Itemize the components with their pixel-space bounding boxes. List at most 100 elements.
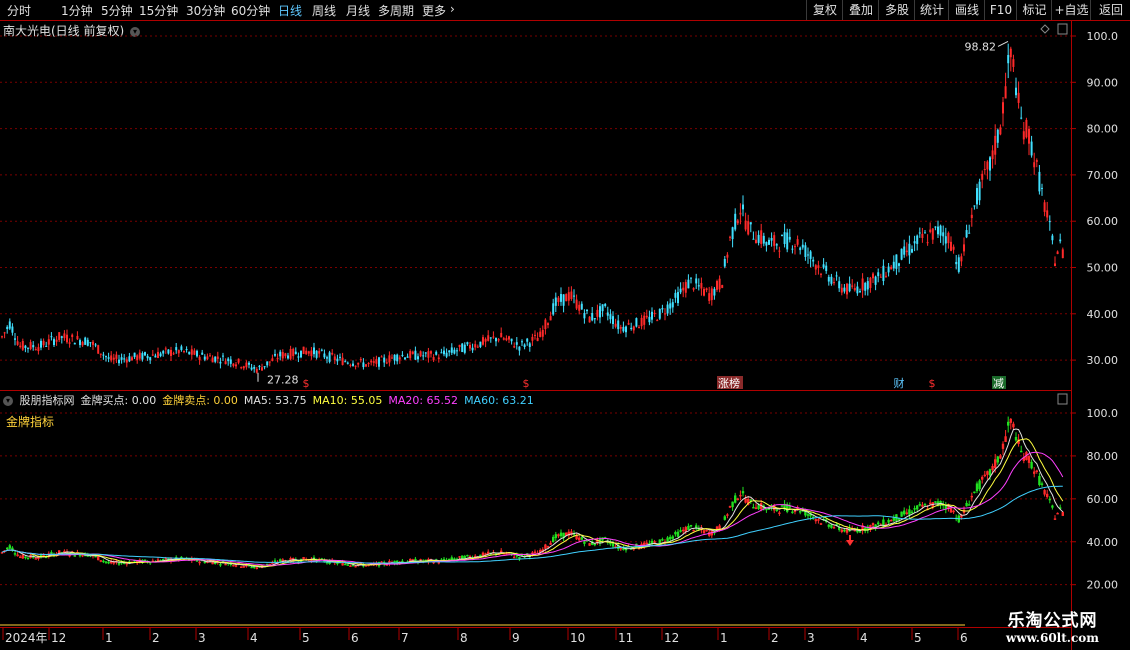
period-tab-4[interactable]: 30分钟 [186,2,225,19]
date-axis-label: 3 [807,631,815,645]
indicator-bar [195,558,199,562]
candle-body [320,349,323,351]
indicator-bar [676,531,680,537]
indicator-bar [1061,511,1064,516]
candle-body [370,360,373,363]
candle-body [575,299,578,309]
kline-chart[interactable]: 100.0 90.00 80.00 70.00 60.00 50.00 40.00 30.00… [0,0,1130,650]
indicator-bar [435,559,438,561]
candle-body [918,232,921,234]
period-tab-6[interactable]: 日线 [278,2,302,19]
candle-body [123,358,126,360]
indicator-bar [351,564,355,567]
date-axis-label: 2024年 [5,631,48,645]
candle-body [791,248,794,250]
period-tab-8[interactable]: 月线 [346,2,370,19]
indicator-bar [817,519,820,521]
toolbar-button-4[interactable]: 画线 [948,0,985,20]
indicator-bar [424,559,427,562]
indicator-bar [793,510,797,512]
candle-body [944,236,947,244]
candle-body [1009,48,1012,58]
candle-body [957,257,960,272]
candle-body [734,213,737,230]
indicator-bar [1059,507,1062,509]
toolbar-button-7[interactable]: +自选 [1051,0,1091,20]
candle-body [489,337,492,339]
candle-body [435,351,438,355]
toolbar-button-2[interactable]: 多股 [878,0,915,20]
chevron-down-icon[interactable]: ▾ [3,396,13,406]
candle-body [731,227,734,240]
candle-body [349,364,352,366]
indicator-bar [832,527,836,529]
chevron-down-icon[interactable]: ▾ [130,26,141,37]
indicator-bar [6,547,9,550]
indicator-bar [955,517,958,520]
diamond-icon [1040,24,1050,34]
candle-body [1046,210,1049,218]
toolbar-button-6[interactable]: 标记 [1016,0,1052,20]
period-tab-2[interactable]: 5分钟 [101,2,133,19]
date-axis-label: 2 [771,631,779,645]
indicator-bar [63,550,66,554]
indicator-bar [947,504,950,509]
period-tab-7[interactable]: 周线 [312,2,336,19]
candle-body [99,353,102,355]
indicator-bar [689,524,693,527]
chevron-right-icon[interactable]: › [450,2,455,16]
indicator-bar [721,528,724,530]
indicator-bar [359,562,362,565]
period-tab-0[interactable]: 分时 [7,2,31,19]
candle-body [274,354,276,356]
indicator-bar [884,524,888,526]
indicator-bar [991,466,994,471]
candle-body [66,334,68,343]
toolbar-button-3[interactable]: 统计 [914,0,949,20]
price-axis-label: 80.00 [1087,123,1119,136]
indicator-bar [864,527,867,532]
price-axis-label: 70.00 [1087,169,1119,182]
candle-body [544,319,547,330]
ma10-line [1,438,1064,567]
toolbar-button-1[interactable]: 叠加 [842,0,879,20]
indicator-bar [650,540,654,545]
candle-body [188,351,191,355]
indicator-bar [970,495,973,498]
candle-body [536,337,539,342]
candle-body [331,352,334,355]
candle-body [138,352,141,359]
candle-body [981,173,984,180]
indicator-bar [81,554,84,557]
candle-body [666,304,669,314]
candle-body [222,355,224,357]
toolbar-button-8[interactable]: 返回 [1090,0,1130,20]
candle-body [125,359,128,363]
period-tab-1[interactable]: 1分钟 [61,2,93,19]
toolbar-button-5[interactable]: F10 [984,0,1017,20]
indicator-bar [299,558,303,562]
candle-body [94,344,97,346]
period-tab-9[interactable]: 多周期 [378,2,414,19]
period-tab-10[interactable]: 更多 [422,2,446,19]
indicator-bar [149,561,152,564]
candle-body [596,309,599,317]
candle-body [643,315,646,325]
period-tab-5[interactable]: 60分钟 [231,2,270,19]
candle-body [687,279,690,289]
period-tab-3[interactable]: 15分钟 [139,2,178,19]
toolbar-button-0[interactable]: 复权 [806,0,843,20]
candle-body [599,306,601,318]
indicator-bar [34,558,37,560]
indicator-bar [666,537,669,542]
indicator-bar [99,560,102,562]
candle-body [58,332,61,340]
candle-body [960,256,963,262]
candle-body [385,362,388,364]
candle-body [1038,171,1041,192]
indicator-axis-label: 20.00 [1087,579,1119,592]
indicator-bar [286,561,290,563]
indicator-bar [635,543,638,548]
candle-body [916,235,919,244]
indicator-bar [58,550,61,554]
